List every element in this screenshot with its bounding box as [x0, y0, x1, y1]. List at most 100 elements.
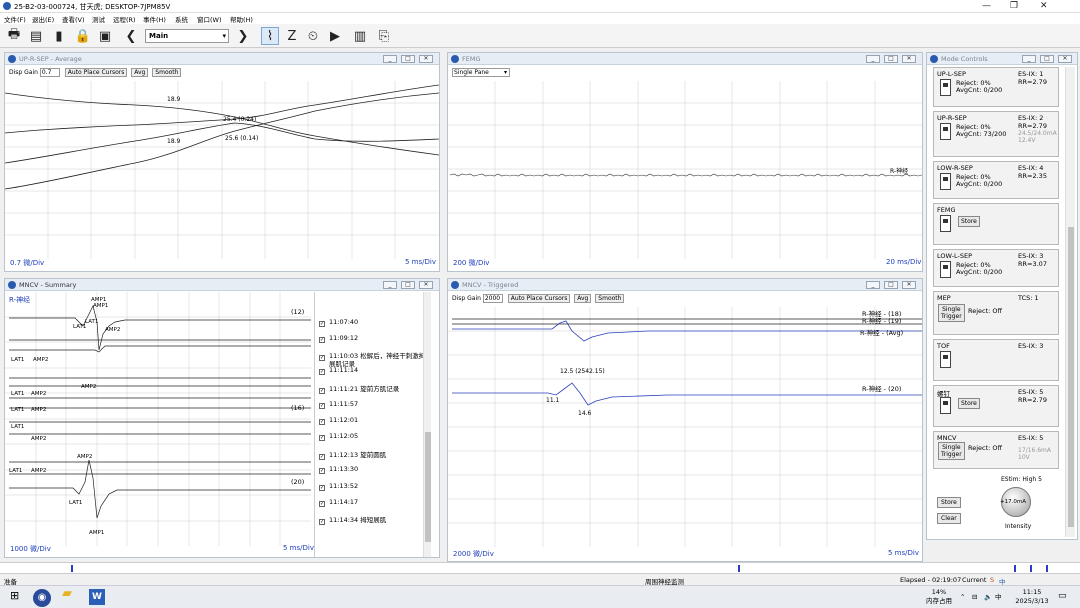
- menu-view[interactable]: 查看(V): [62, 14, 85, 24]
- maximize-icon[interactable]: □: [1040, 55, 1054, 63]
- checkbox-checked-icon[interactable]: ✓: [319, 369, 325, 375]
- close-icon[interactable]: ✕: [1058, 55, 1072, 63]
- checkbox-checked-icon[interactable]: ✓: [319, 468, 325, 474]
- mode-card-tof[interactable]: TOF ES-IX: 3: [933, 339, 1059, 381]
- mode-card-up-l-sep[interactable]: UP-L-SEP ES-IX: 1 RR=2.79 Reject: 0% Avg…: [933, 67, 1059, 107]
- lock-icon[interactable]: 🔒: [74, 27, 92, 45]
- store-button[interactable]: Store: [937, 497, 961, 508]
- checkbox-checked-icon[interactable]: ✓: [319, 454, 325, 460]
- taskbar-lang[interactable]: 中: [995, 593, 1002, 601]
- minimize-icon[interactable]: _: [866, 55, 880, 63]
- screen-icon[interactable]: ▣: [96, 27, 114, 45]
- minimize-icon[interactable]: _: [383, 281, 397, 289]
- timeline-marker[interactable]: [1014, 565, 1016, 572]
- mode-card-femg[interactable]: FEMG Store: [933, 203, 1059, 245]
- maximize-icon[interactable]: □: [884, 55, 898, 63]
- z-icon[interactable]: Z: [283, 27, 301, 45]
- single-trigger-button[interactable]: Single Trigger: [938, 442, 965, 460]
- mode-card-low-l-sep[interactable]: LOW-L-SEP ES-IX: 3 RR=3.07 Reject: 0% Av…: [933, 249, 1059, 287]
- layout-icon[interactable]: ▥: [351, 27, 369, 45]
- event-item[interactable]: ✓ 11:12:01: [319, 416, 358, 425]
- smooth-button[interactable]: Smooth: [595, 294, 625, 303]
- mode-card-low-r-sep[interactable]: LOW-R-SEP ES-IX: 4 RR=2.35 Reject: 0% Av…: [933, 161, 1059, 199]
- event-item[interactable]: ✓ 11:11:21 旋前方肌记录: [319, 383, 399, 394]
- event-item[interactable]: ✓ 11:13:30: [319, 465, 358, 474]
- menu-window[interactable]: 窗口(W): [197, 14, 222, 24]
- menu-event[interactable]: 事件(H): [143, 14, 166, 24]
- export-icon[interactable]: ⎘: [375, 27, 393, 45]
- checkbox-checked-icon[interactable]: ✓: [319, 321, 325, 327]
- ime-icon[interactable]: S: [990, 576, 994, 584]
- femg-plot[interactable]: R-神经: [448, 81, 922, 259]
- mode-card-up-r-sep[interactable]: UP-R-SEP ES-IX: 2 RR=2.79 24.5/24.0mA 12…: [933, 111, 1059, 157]
- minimize-icon[interactable]: _: [1022, 55, 1036, 63]
- event-item[interactable]: ✓ 11:14:34 拇短展肌: [319, 514, 386, 525]
- mncv-triggered-plot[interactable]: R-神经 - (18) R-神经 - (19) R-神经 - (Avg) R-神…: [448, 307, 922, 547]
- disp-gain-input[interactable]: 0.7: [39, 68, 60, 77]
- word-icon[interactable]: W: [89, 589, 105, 605]
- close-icon[interactable]: ✕: [1040, 1, 1048, 11]
- minimize-icon[interactable]: _: [383, 55, 397, 63]
- event-item[interactable]: ✓ 11:11:57: [319, 400, 358, 409]
- mode-card-screw[interactable]: 螺钉 ES-IX: 5 RR=2.79 Store: [933, 385, 1059, 427]
- disp-gain-input[interactable]: 2000: [482, 294, 503, 303]
- menu-system[interactable]: 系统: [175, 14, 188, 24]
- folder-icon[interactable]: ▰: [62, 587, 72, 600]
- close-icon[interactable]: ✕: [419, 281, 433, 289]
- event-list-scrollbar[interactable]: [423, 292, 431, 557]
- network-icon[interactable]: ⊟: [972, 593, 977, 601]
- event-item[interactable]: ✓ 11:12:13 旋前圆肌: [319, 449, 386, 460]
- print-icon[interactable]: 🖶: [5, 27, 23, 45]
- minimize-icon[interactable]: —: [982, 1, 991, 11]
- close-icon[interactable]: ✕: [419, 55, 433, 63]
- volume-icon[interactable]: 🔈: [984, 593, 992, 601]
- scrollbar-thumb[interactable]: [425, 432, 431, 542]
- maximize-icon[interactable]: □: [401, 55, 415, 63]
- menu-help[interactable]: 帮助(H): [230, 14, 253, 24]
- single-trigger-button[interactable]: Single Trigger: [938, 304, 965, 322]
- event-item[interactable]: ✓ 11:09:12: [319, 334, 358, 343]
- menu-exit[interactable]: 退出(E): [32, 14, 54, 24]
- menu-remote[interactable]: 远程(R): [113, 14, 136, 24]
- maximize-icon[interactable]: ❐: [1010, 1, 1018, 11]
- timeline-marker[interactable]: [1030, 565, 1032, 572]
- timeline-marker[interactable]: [1046, 565, 1048, 572]
- mode-controls-scrollbar[interactable]: [1065, 67, 1075, 537]
- waveform-icon[interactable]: ⌇: [261, 27, 279, 45]
- minimize-icon[interactable]: _: [866, 281, 880, 289]
- checkbox-checked-icon[interactable]: ✓: [319, 419, 325, 425]
- play-icon[interactable]: ▶: [326, 27, 344, 45]
- store-button[interactable]: Store: [958, 398, 980, 409]
- next-mode-icon[interactable]: ❯: [234, 27, 252, 45]
- event-item[interactable]: ✓ 11:14:17: [319, 498, 358, 507]
- app-taskbar-icon[interactable]: ◉: [33, 589, 51, 607]
- checkbox-checked-icon[interactable]: ✓: [319, 355, 325, 361]
- checkbox-checked-icon[interactable]: ✓: [319, 485, 325, 491]
- checkbox-checked-icon[interactable]: ✓: [319, 388, 325, 394]
- event-item[interactable]: ✓ 11:07:40: [319, 318, 358, 327]
- event-item[interactable]: ✓ 11:11:14: [319, 366, 358, 375]
- mode-card-mep[interactable]: MEP TCS: 1 Reject: Off Single Trigger: [933, 291, 1059, 335]
- mode-select[interactable]: Main ▾: [145, 29, 229, 43]
- timeline-marker[interactable]: [71, 565, 73, 572]
- prev-mode-icon[interactable]: ❮: [122, 27, 140, 45]
- tray-chevron-icon[interactable]: ⌃: [960, 593, 965, 601]
- auto-place-cursors-button[interactable]: Auto Place Cursors: [64, 68, 128, 77]
- maximize-icon[interactable]: □: [884, 281, 898, 289]
- menu-file[interactable]: 文件(F): [4, 14, 26, 24]
- smooth-button[interactable]: Smooth: [152, 68, 182, 77]
- checkbox-checked-icon[interactable]: ✓: [319, 519, 325, 525]
- battery-icon[interactable]: ▮: [50, 27, 68, 45]
- timer-icon[interactable]: ⏲: [304, 27, 322, 45]
- event-item[interactable]: ✓ 11:12:05: [319, 432, 358, 441]
- close-icon[interactable]: ✕: [902, 281, 916, 289]
- avg-button[interactable]: Avg: [131, 68, 149, 77]
- checkbox-checked-icon[interactable]: ✓: [319, 403, 325, 409]
- scrollbar-thumb[interactable]: [1068, 227, 1074, 527]
- mncv-summary-plot[interactable]: R-神经 (12) (16) (20) AMP1 AMP1 LAT1 LAT1 …: [5, 292, 311, 546]
- event-item[interactable]: ✓ 11:13:52: [319, 482, 358, 491]
- clear-button[interactable]: Clear: [937, 513, 961, 524]
- store-button[interactable]: Store: [958, 216, 980, 227]
- up-sep-plot[interactable]: 18.9 25.4 (0.24) 18.9 25.6 (0.14): [5, 81, 439, 259]
- timeline-marker[interactable]: [738, 565, 740, 572]
